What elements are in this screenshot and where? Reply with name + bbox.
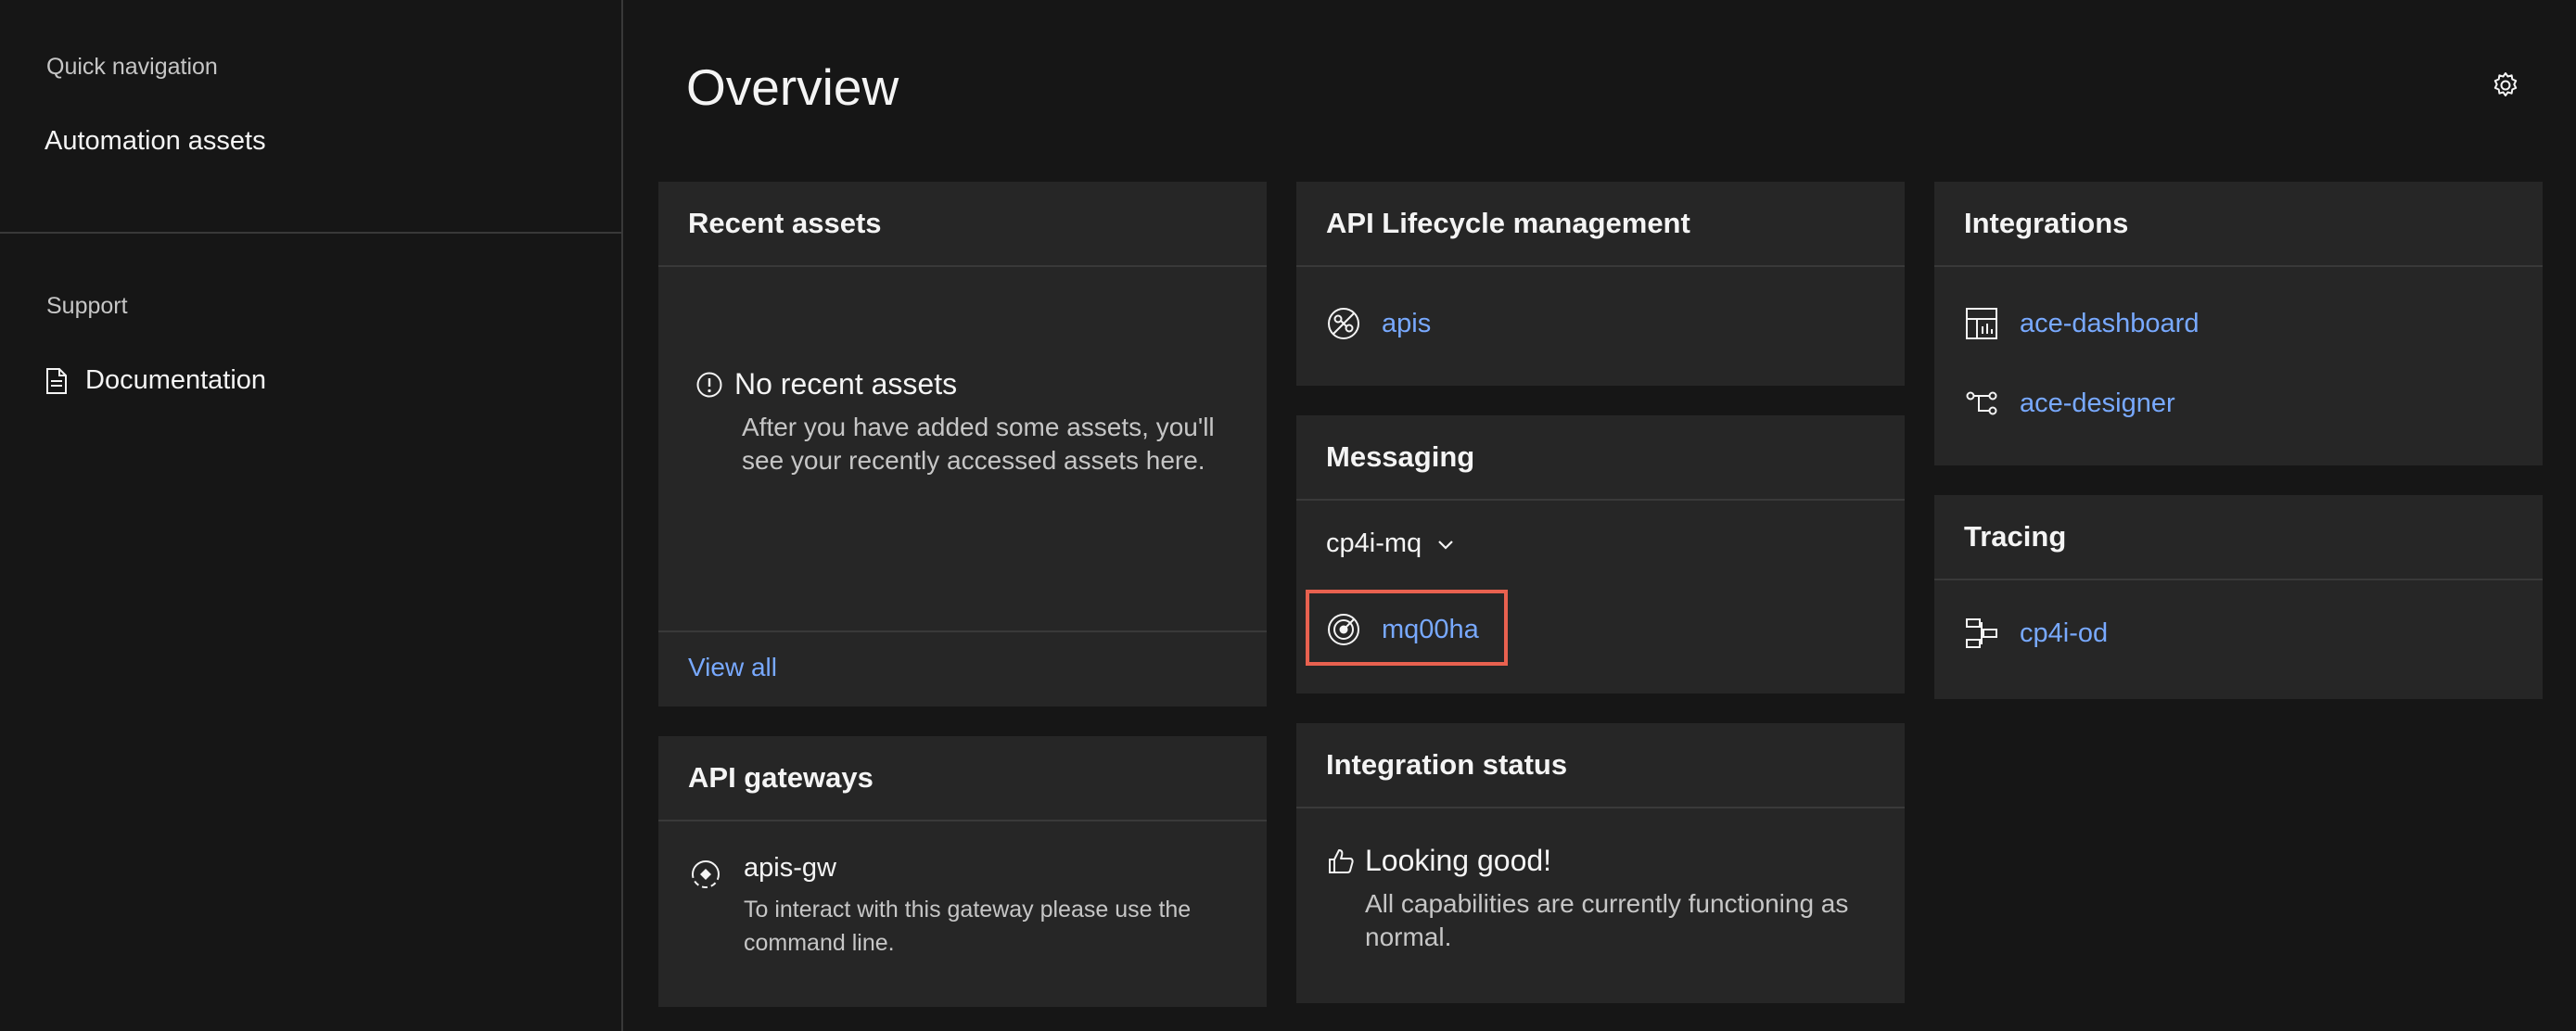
app-root: Quick navigation Automation assets Suppo… <box>0 0 2576 1031</box>
dashboard-icon <box>1964 306 1999 341</box>
empty-state-title: No recent assets <box>734 367 958 401</box>
settings-button[interactable] <box>2491 70 2520 100</box>
sidebar-item-label: Automation assets <box>45 126 266 156</box>
gateway-item: apis-gw To interact with this gateway pl… <box>688 853 1263 960</box>
flow-icon <box>1964 386 1999 421</box>
sidebar-item-documentation[interactable]: Documentation <box>45 365 266 396</box>
sidebar-item-automation-assets[interactable]: Automation assets <box>45 126 266 157</box>
view-all-link[interactable]: View all <box>688 653 777 682</box>
sidebar-item-label: Documentation <box>85 365 267 395</box>
dropdown-value: cp4i-mq <box>1326 528 1422 558</box>
sidebar-divider <box>0 232 623 234</box>
messaging-card: Messaging cp4i-mq mq00ha <box>1296 415 1905 694</box>
namespace-dropdown[interactable]: cp4i-mq <box>1326 528 1457 559</box>
card-title: API gateways <box>658 736 1267 821</box>
sidebar: Quick navigation Automation assets Suppo… <box>0 0 623 1031</box>
card-title: Tracing <box>1934 495 2543 580</box>
list-item-ace-designer[interactable]: ace-designer <box>1964 386 2175 421</box>
info-icon <box>695 371 723 399</box>
empty-state: No recent assets After you have added so… <box>695 367 1261 477</box>
api-lifecycle-card: API Lifecycle management apis <box>1296 182 1905 386</box>
list-item-apis[interactable]: apis <box>1326 306 1431 341</box>
thumbs-up-icon <box>1326 846 1356 876</box>
link-label: apis <box>1382 308 1432 338</box>
api-gateways-card: API gateways apis-gw To interact with th… <box>658 736 1267 1007</box>
queue-manager-icon <box>1326 612 1361 647</box>
card-title: Integrations <box>1934 182 2543 267</box>
card-title: Integration status <box>1296 723 1905 808</box>
chevron-down-icon <box>1435 533 1457 555</box>
api-icon <box>1326 306 1361 341</box>
status-description: All capabilities are currently functioni… <box>1365 889 1849 951</box>
gear-icon <box>2491 72 2520 104</box>
card-title: Messaging <box>1296 415 1905 501</box>
gateway-description: To interact with this gateway please use… <box>744 897 1192 956</box>
support-heading: Support <box>46 293 128 319</box>
status-title: Looking good! <box>1365 844 1552 877</box>
card-divider <box>658 630 1267 632</box>
link-label: ace-dashboard <box>2020 308 2200 338</box>
gateway-icon <box>688 857 723 892</box>
page-title: Overview <box>686 58 899 116</box>
link-label: mq00ha <box>1382 614 1479 644</box>
document-icon <box>45 367 69 395</box>
tracing-icon <box>1964 616 1999 651</box>
list-item-cp4i-od[interactable]: cp4i-od <box>1964 616 2108 651</box>
card-title: Recent assets <box>658 182 1267 267</box>
list-item-ace-dashboard[interactable]: ace-dashboard <box>1964 306 2199 341</box>
integration-status-card: Integration status Looking good! All cap… <box>1296 723 1905 1003</box>
empty-state-description: After you have added some assets, you'll… <box>742 413 1215 475</box>
link-label: ace-designer <box>2020 388 2175 418</box>
quick-navigation-heading: Quick navigation <box>46 54 218 80</box>
list-item-mq00ha[interactable]: mq00ha <box>1326 612 1479 647</box>
recent-assets-card: Recent assets No recent assets After you… <box>658 182 1267 706</box>
status-message: Looking good! All capabilities are curre… <box>1326 844 1884 954</box>
integrations-card: Integrations ace-dashboard ace-designer <box>1934 182 2543 465</box>
card-title: API Lifecycle management <box>1296 182 1905 267</box>
link-label: cp4i-od <box>2020 617 2109 648</box>
gateway-name: apis-gw <box>744 853 836 883</box>
tracing-card: Tracing cp4i-od <box>1934 495 2543 699</box>
